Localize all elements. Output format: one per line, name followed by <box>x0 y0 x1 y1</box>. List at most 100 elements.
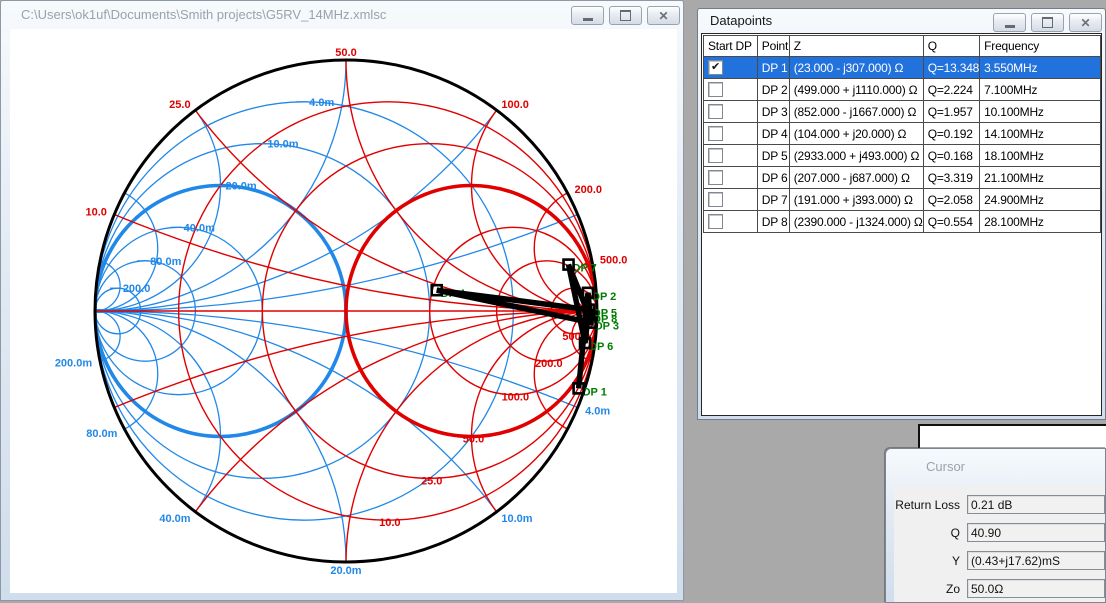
table-row[interactable]: DP 6(207.000 - j687.000) ΩQ=3.31921.100M… <box>704 167 1101 189</box>
column-header: Frequency <box>980 36 1101 57</box>
start-dp-checkbox[interactable] <box>708 170 723 185</box>
svg-text:200.0m: 200.0m <box>55 357 93 369</box>
column-header: Z <box>789 36 923 57</box>
zo-field[interactable] <box>967 579 1105 598</box>
cursor-window-titlebar[interactable]: Cursor <box>886 449 1105 477</box>
svg-text:10.0: 10.0 <box>86 206 107 218</box>
cursor-field-row: Zo <box>894 579 1105 598</box>
smith-chart-window: C:\Users\ok1uf\Documents\Smith projects\… <box>0 0 684 601</box>
cell-start-dp <box>704 211 758 233</box>
cell-point: DP 1 <box>757 57 789 79</box>
maximize-icon <box>620 10 631 21</box>
cell-point: DP 4 <box>757 123 789 145</box>
cell-point: DP 6 <box>757 167 789 189</box>
cell-frequency: 3.550MHz <box>980 57 1101 79</box>
cell-point: DP 8 <box>757 211 789 233</box>
svg-text:40.0m: 40.0m <box>159 513 190 525</box>
svg-text:DP 1: DP 1 <box>583 386 607 398</box>
start-dp-checkbox[interactable] <box>708 82 723 97</box>
cursor-fields: Return Loss QY Zo <box>894 486 1105 602</box>
cell-q: Q=1.957 <box>923 101 979 123</box>
svg-text:80.0m: 80.0m <box>150 256 181 268</box>
start-dp-checkbox[interactable]: ✔ <box>708 60 723 75</box>
cell-point: DP 5 <box>757 145 789 167</box>
column-header: Start DP <box>704 36 758 57</box>
table-row[interactable]: DP 2(499.000 + j1110.000) ΩQ=2.2247.100M… <box>704 79 1101 101</box>
svg-text:20.0m: 20.0m <box>330 565 361 577</box>
svg-text:25.0: 25.0 <box>421 475 442 487</box>
table-row[interactable]: DP 4(104.000 + j20.000) ΩQ=0.19214.100MH… <box>704 123 1101 145</box>
cell-start-dp <box>704 167 758 189</box>
datapoints-client: Start DPPointZQFrequency✔DP 1(23.000 - j… <box>701 33 1102 416</box>
maximize-icon <box>1042 17 1053 28</box>
table-row[interactable]: ✔DP 1(23.000 - j307.000) ΩQ=13.3483.550M… <box>704 57 1101 79</box>
cell-z: (852.000 - j1667.000) Ω <box>789 101 923 123</box>
minimize-button[interactable] <box>571 6 604 25</box>
table-row[interactable]: DP 5(2933.000 + j493.000) ΩQ=0.16818.100… <box>704 145 1101 167</box>
main-window-title: C:\Users\ok1uf\Documents\Smith projects\… <box>21 1 386 29</box>
svg-text:4.0m: 4.0m <box>309 97 334 109</box>
close-button[interactable]: ✕ <box>1069 13 1102 32</box>
datapoints-window: Datapoints ✕ Start DPPointZQFrequency ✔ DP… <box>697 8 1106 420</box>
desktop-background: C:\Users\ok1uf\Documents\Smith projects\… <box>0 0 1106 603</box>
start-dp-checkbox[interactable] <box>708 148 723 163</box>
cell-frequency: 10.100MHz <box>980 101 1101 123</box>
cell-point: DP 3 <box>757 101 789 123</box>
cell-q: Q=0.554 <box>923 211 979 233</box>
datapoints-table: Start DPPointZQFrequency✔DP 1(23.000 - j… <box>703 35 1101 233</box>
smith-chart-area[interactable]: 10.010.025.025.050.050.0100.0100.0200.02… <box>10 29 677 593</box>
svg-text:DP 2: DP 2 <box>592 291 616 303</box>
start-dp-checkbox[interactable] <box>708 126 723 141</box>
cell-frequency: 7.100MHz <box>980 79 1101 101</box>
cell-point: DP 2 <box>757 79 789 101</box>
cell-q: Q=2.224 <box>923 79 979 101</box>
table-row[interactable]: DP 8(2390.000 - j1324.000) ΩQ=0.55428.10… <box>704 211 1101 233</box>
start-dp-checkbox[interactable] <box>708 214 723 229</box>
cursor-field-row: Return Loss <box>894 495 1105 514</box>
return-loss-field[interactable] <box>967 495 1105 514</box>
cell-frequency: 24.900MHz <box>980 189 1101 211</box>
maximize-button[interactable] <box>1031 13 1064 32</box>
svg-text:50.0: 50.0 <box>335 47 356 59</box>
y-field[interactable] <box>967 551 1105 570</box>
smith-chart-svg: 10.010.025.025.050.050.0100.0100.0200.02… <box>10 29 677 592</box>
cursor-window: Cursor Return Loss QY Zo <box>885 448 1106 603</box>
start-dp-checkbox[interactable] <box>708 192 723 207</box>
svg-text:100.0: 100.0 <box>502 392 530 404</box>
cell-start-dp <box>704 189 758 211</box>
start-dp-checkbox[interactable] <box>708 104 723 119</box>
field-label: Zo <box>894 582 960 596</box>
svg-text:500.0: 500.0 <box>600 255 628 267</box>
cell-start-dp <box>704 79 758 101</box>
field-label: Return Loss <box>894 498 960 512</box>
svg-text:DP 6: DP 6 <box>589 341 613 353</box>
field-label: Y <box>894 554 960 568</box>
close-button[interactable]: ✕ <box>647 6 680 25</box>
svg-text:200.0: 200.0 <box>575 184 603 196</box>
svg-text:4.0m: 4.0m <box>585 406 610 418</box>
minimize-icon <box>583 18 593 21</box>
field-label: Q <box>894 526 960 540</box>
cell-q: Q=0.168 <box>923 145 979 167</box>
table-row[interactable]: DP 3(852.000 - j1667.000) ΩQ=1.95710.100… <box>704 101 1101 123</box>
cell-q: Q=2.058 <box>923 189 979 211</box>
svg-text:100.0: 100.0 <box>501 99 529 111</box>
datapoints-window-title: Datapoints <box>710 9 772 33</box>
cell-point: DP 7 <box>757 189 789 211</box>
close-icon: ✕ <box>1080 17 1090 29</box>
q-field[interactable] <box>967 523 1105 542</box>
cell-q: Q=3.319 <box>923 167 979 189</box>
table-header-row: Start DPPointZQFrequency <box>704 36 1101 57</box>
cell-q: Q=0.192 <box>923 123 979 145</box>
maximize-button[interactable] <box>609 6 642 25</box>
table-row[interactable]: DP 7(191.000 + j393.000) ΩQ=2.05824.900M… <box>704 189 1101 211</box>
cell-z: (499.000 + j1110.000) Ω <box>789 79 923 101</box>
cell-frequency: 28.100MHz <box>980 211 1101 233</box>
cell-start-dp <box>704 101 758 123</box>
cell-z: (191.000 + j393.000) Ω <box>789 189 923 211</box>
svg-text:200.0: 200.0 <box>123 283 151 295</box>
cursor-field-row: Q <box>894 523 1105 542</box>
main-window-titlebar[interactable]: C:\Users\ok1uf\Documents\Smith projects\… <box>1 1 683 29</box>
svg-text:200.0: 200.0 <box>535 358 563 370</box>
minimize-button[interactable] <box>993 13 1026 32</box>
